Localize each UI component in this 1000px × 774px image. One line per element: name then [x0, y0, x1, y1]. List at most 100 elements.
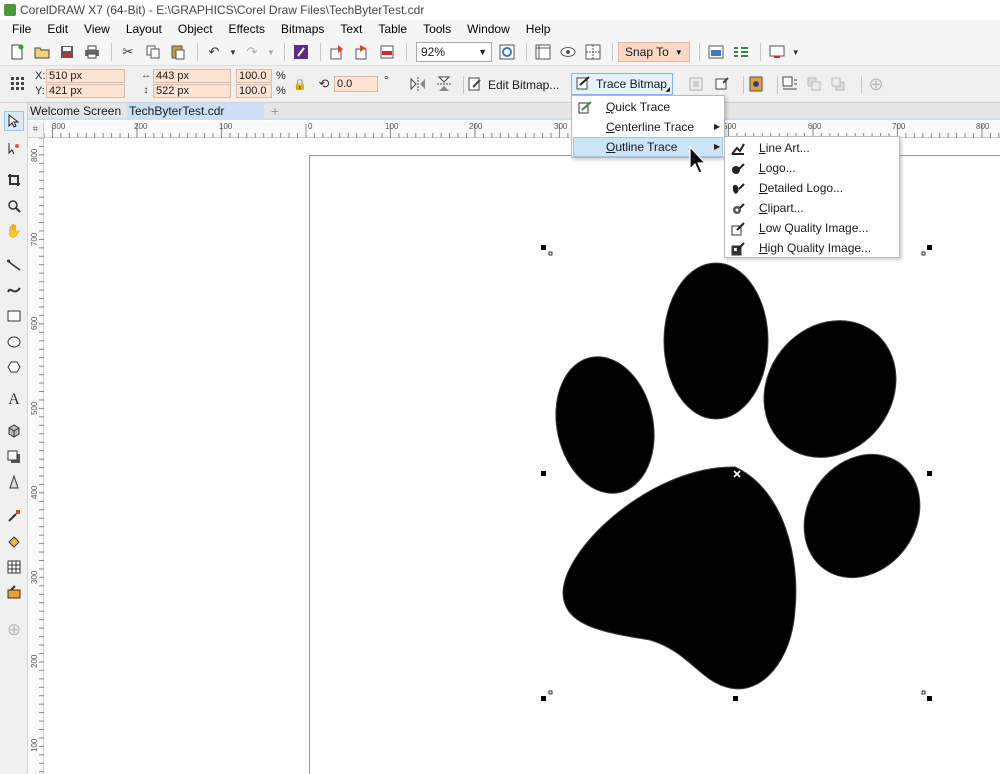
- vertical-ruler[interactable]: 800 700 600 500 400 300 200 100: [28, 138, 44, 774]
- y-position-field[interactable]: 421 px: [46, 84, 125, 98]
- search-content-icon[interactable]: [290, 41, 312, 63]
- scale-width-field[interactable]: 100.0: [236, 69, 272, 83]
- polygon-tool-icon[interactable]: [4, 357, 24, 377]
- ellipse-tool-icon[interactable]: [4, 332, 24, 352]
- menu-item-label: Logo...: [759, 161, 796, 175]
- 3d-extrude-tool-icon[interactable]: [4, 421, 24, 441]
- snap-to-button[interactable]: Snap To ▼: [618, 42, 690, 62]
- smart-fill-tool-icon[interactable]: [4, 582, 24, 602]
- menu-layout[interactable]: Layout: [118, 21, 170, 38]
- zoom-level-select[interactable]: 92% ▼: [416, 42, 492, 62]
- color-eyedropper-tool-icon[interactable]: [4, 506, 24, 526]
- zoom-tool-icon[interactable]: [4, 196, 24, 216]
- redo-icon[interactable]: ↷: [241, 41, 263, 63]
- bitmap-color-mask-icon[interactable]: [746, 74, 766, 94]
- menu-edit[interactable]: Edit: [39, 21, 76, 38]
- redo-dropdown-chevron-icon[interactable]: ▼: [266, 41, 276, 63]
- open-folder-icon[interactable]: [31, 41, 53, 63]
- mirror-horizontal-icon[interactable]: [408, 74, 428, 94]
- menu-bitmaps[interactable]: Bitmaps: [273, 21, 332, 38]
- welcome-screen-icon[interactable]: [766, 41, 788, 63]
- scale-height-field[interactable]: 100.0: [236, 84, 272, 98]
- line-art-icon: [730, 141, 745, 156]
- menu-text[interactable]: Text: [332, 21, 370, 38]
- application-launcher-icon[interactable]: [705, 41, 727, 63]
- menu-item-quick-trace[interactable]: Quick Trace: [573, 97, 723, 117]
- show-guidelines-icon[interactable]: [582, 41, 604, 63]
- tab-techbytertest[interactable]: TechByterTest.cdr: [127, 103, 264, 120]
- menu-effects[interactable]: Effects: [221, 21, 273, 38]
- width-field[interactable]: 443 px: [153, 69, 231, 83]
- rotation-field[interactable]: 0.0: [334, 76, 378, 92]
- save-icon[interactable]: [56, 41, 78, 63]
- transparency-tool-icon[interactable]: [4, 472, 24, 492]
- trace-bitmap-button[interactable]: Trace Bitmap ◢: [571, 73, 673, 95]
- paste-icon[interactable]: [167, 41, 189, 63]
- pan-tool-icon[interactable]: ✋: [4, 221, 24, 241]
- crop-tool-icon[interactable]: [4, 170, 24, 190]
- edit-bitmap-button[interactable]: Edit Bitmap...: [468, 75, 559, 95]
- menu-item-centerline-trace[interactable]: Centerline Trace ▶: [573, 117, 723, 137]
- x-position-field[interactable]: 510 px: [46, 69, 125, 83]
- copy-icon[interactable]: [142, 41, 164, 63]
- lock-ratio-icon[interactable]: 🔒: [290, 74, 310, 94]
- freehand-tool-icon[interactable]: [4, 255, 24, 275]
- menu-item-low-quality-image[interactable]: Low Quality Image...: [726, 218, 898, 238]
- object-origin-icon[interactable]: [8, 74, 28, 94]
- mesh-fill-tool-icon[interactable]: [4, 557, 24, 577]
- zoom-to-fit-icon[interactable]: [496, 41, 518, 63]
- resample-icon[interactable]: [686, 74, 706, 94]
- menu-item-line-art[interactable]: Line Art...: [726, 138, 898, 158]
- add-tab-button[interactable]: +: [268, 104, 282, 118]
- menu-help[interactable]: Help: [518, 21, 559, 38]
- menu-table[interactable]: Table: [370, 21, 415, 38]
- handle-bottom-middle[interactable]: [733, 696, 738, 701]
- handle-top-left[interactable]: [541, 245, 546, 250]
- pick-tool-icon[interactable]: [4, 111, 24, 131]
- artistic-media-tool-icon[interactable]: [4, 280, 24, 300]
- menu-item-detailed-logo[interactable]: Detailed Logo...: [726, 178, 898, 198]
- toolbar-separator: [284, 43, 285, 61]
- publish-pdf-icon[interactable]: [376, 41, 398, 63]
- export-icon[interactable]: [351, 41, 373, 63]
- add-toolbar-item-icon[interactable]: ⊕: [866, 74, 886, 94]
- menu-view[interactable]: View: [76, 21, 118, 38]
- handle-bottom-right[interactable]: [927, 696, 932, 701]
- drop-shadow-tool-icon[interactable]: [4, 447, 24, 467]
- print-icon[interactable]: [81, 41, 103, 63]
- shape-tool-icon[interactable]: [4, 138, 24, 158]
- import-icon[interactable]: [326, 41, 348, 63]
- rectangle-tool-icon[interactable]: [4, 306, 24, 326]
- ruler-label: 200: [30, 654, 39, 668]
- new-document-icon[interactable]: [6, 41, 28, 63]
- crop-bitmap-icon[interactable]: [712, 74, 732, 94]
- handle-top-right[interactable]: [927, 245, 932, 250]
- tab-welcome-screen[interactable]: Welcome Screen: [28, 103, 127, 120]
- to-front-icon[interactable]: [804, 74, 824, 94]
- to-back-icon[interactable]: [828, 74, 848, 94]
- handle-bottom-left[interactable]: [541, 696, 546, 701]
- options-icon[interactable]: [730, 41, 752, 63]
- show-rulers-icon[interactable]: [532, 41, 554, 63]
- wrap-text-icon[interactable]: [780, 74, 800, 94]
- undo-dropdown-chevron-icon[interactable]: ▼: [228, 41, 238, 63]
- menu-item-high-quality-image[interactable]: High Quality Image...: [726, 238, 898, 258]
- menu-file[interactable]: File: [4, 21, 39, 38]
- menu-item-clipart[interactable]: Clipart...: [726, 198, 898, 218]
- handle-middle-left[interactable]: [541, 471, 546, 476]
- mirror-vertical-icon[interactable]: [434, 74, 454, 94]
- undo-icon[interactable]: ↶: [203, 41, 225, 63]
- text-tool-icon[interactable]: A: [4, 390, 24, 410]
- menu-item-logo[interactable]: Logo...: [726, 158, 898, 178]
- menu-object[interactable]: Object: [170, 21, 221, 38]
- handle-middle-right[interactable]: [927, 471, 932, 476]
- view-mode-icon[interactable]: [557, 41, 579, 63]
- chevron-down-icon[interactable]: ▼: [791, 41, 801, 63]
- cut-icon[interactable]: ✂: [117, 41, 139, 63]
- interactive-fill-tool-icon[interactable]: [4, 531, 24, 551]
- ruler-origin-corner[interactable]: ⌗: [28, 122, 44, 138]
- add-tool-icon[interactable]: ⊕: [4, 620, 24, 640]
- height-field[interactable]: 522 px: [153, 84, 231, 98]
- menu-tools[interactable]: Tools: [415, 21, 459, 38]
- menu-window[interactable]: Window: [459, 21, 518, 38]
